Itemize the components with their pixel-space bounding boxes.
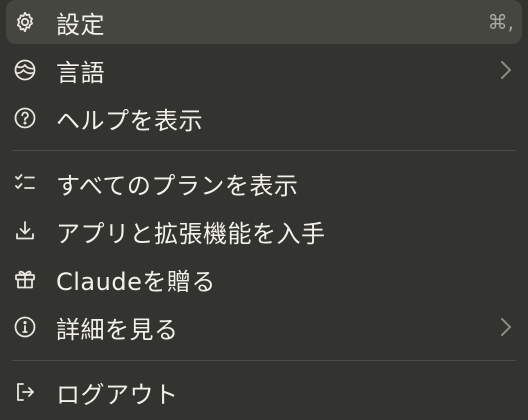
menu-item-label: 詳細を見る xyxy=(56,315,179,344)
menu-item-label: 言語 xyxy=(56,58,105,87)
menu-item-label: ログアウト xyxy=(56,380,179,409)
menu-divider xyxy=(12,150,516,151)
menu-item-get-apps[interactable]: アプリと拡張機能を入手 xyxy=(6,209,522,253)
checklist-icon xyxy=(12,170,38,196)
menu-item-view-all-plans[interactable]: すべてのプランを表示 xyxy=(6,161,522,205)
menu-item-logout[interactable]: ログアウト xyxy=(6,370,522,414)
menu-item-label: 設定 xyxy=(56,10,105,39)
logout-icon xyxy=(12,379,38,405)
gear-icon xyxy=(12,9,38,35)
keyboard-shortcut: ⌘, xyxy=(487,10,514,34)
gift-icon xyxy=(12,266,38,292)
menu-divider xyxy=(12,360,516,361)
menu-item-gift-claude[interactable]: Claudeを贈る xyxy=(6,257,522,301)
menu-item-learn-more[interactable]: 詳細を見る xyxy=(6,305,522,349)
globe-icon xyxy=(12,57,38,83)
account-menu: 設定 ⌘, 言語 ヘルプを表示 すべてのプランを表示 アプリと拡張機能を入手 C… xyxy=(0,0,528,420)
download-icon xyxy=(12,218,38,244)
menu-item-settings[interactable]: 設定 ⌘, xyxy=(6,0,522,44)
menu-item-label: Claudeを贈る xyxy=(56,267,216,296)
menu-item-help[interactable]: ヘルプを表示 xyxy=(6,96,522,140)
chevron-right-icon xyxy=(498,59,514,81)
menu-item-label: すべてのプランを表示 xyxy=(56,171,299,200)
menu-item-label: ヘルプを表示 xyxy=(56,106,203,135)
menu-item-label: アプリと拡張機能を入手 xyxy=(56,219,326,248)
info-circle-icon xyxy=(12,314,38,340)
chevron-right-icon xyxy=(498,316,514,338)
menu-item-language[interactable]: 言語 xyxy=(6,48,522,92)
help-circle-icon xyxy=(12,105,38,131)
